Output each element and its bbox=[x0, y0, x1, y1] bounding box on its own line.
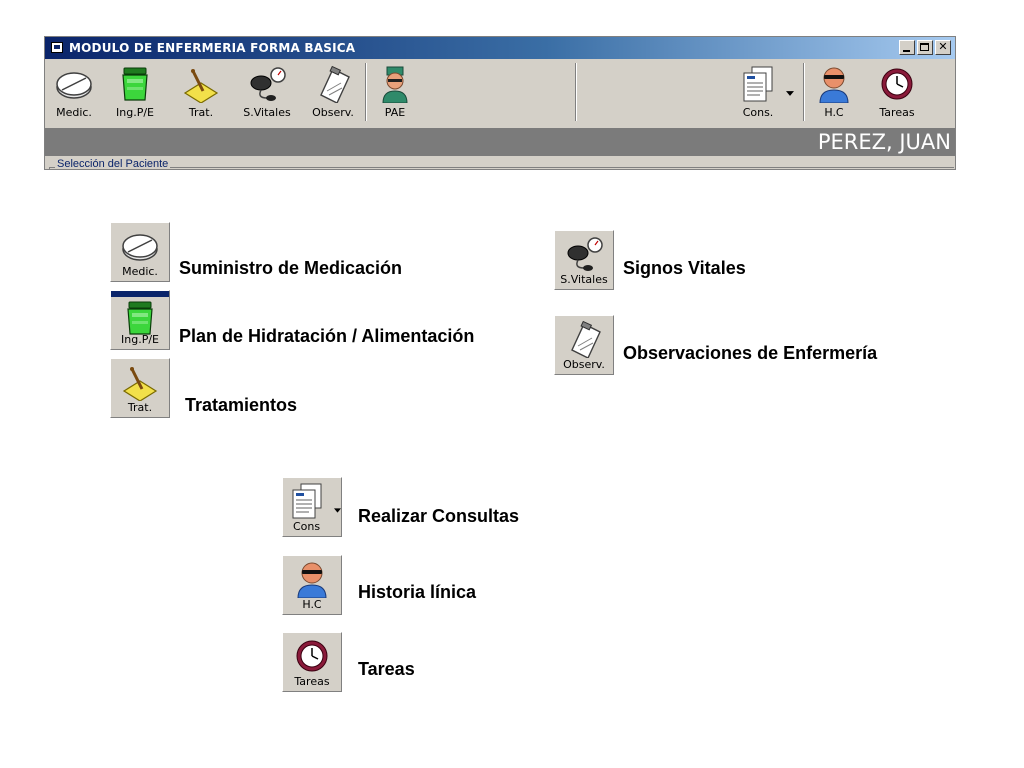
pill-icon bbox=[122, 234, 158, 261]
maximize-button[interactable] bbox=[917, 40, 933, 55]
patient-selection-label: Selección del Paciente bbox=[55, 158, 171, 170]
nurse-icon bbox=[382, 66, 408, 103]
legend-tareas-description: Tareas bbox=[358, 659, 415, 679]
toolbar-pae-label: PAE bbox=[384, 106, 406, 119]
app-icon[interactable] bbox=[51, 42, 63, 53]
legend-observ-tile: Observ. bbox=[554, 315, 614, 375]
toolbar-medic-label: Medic. bbox=[56, 106, 92, 119]
treatment-icon bbox=[183, 67, 219, 103]
minimize-button[interactable] bbox=[899, 40, 915, 55]
legend-trat-description: Tratamientos bbox=[185, 395, 298, 415]
clock-icon bbox=[296, 640, 328, 672]
tile-header-stripe bbox=[111, 291, 169, 297]
toolbar-ingpe-label: Ing.P/E bbox=[116, 106, 154, 119]
legend-trat-tile: Trat. bbox=[110, 358, 170, 418]
toolbar-separator bbox=[575, 63, 577, 121]
legend-hc-tile: H.C bbox=[282, 555, 342, 615]
legend-ingpe-description: Plan de Hidratación / Alimentación bbox=[179, 326, 475, 346]
blood-pressure-icon bbox=[567, 237, 603, 272]
legend-ingpe-tile: Ing.P/E bbox=[110, 290, 170, 350]
toolbar-hc-label: H.C bbox=[824, 106, 844, 119]
close-button[interactable]: ✕ bbox=[935, 40, 951, 55]
blood-pressure-icon bbox=[250, 67, 286, 102]
legend-ingpe-tile-label: Ing.P/E bbox=[121, 333, 159, 346]
toolbar-medic-button[interactable]: Medic. bbox=[49, 61, 99, 123]
toolbar-separator bbox=[365, 63, 367, 121]
toolbar-pae-button[interactable]: PAE bbox=[369, 61, 421, 123]
toolbar-tareas-button[interactable]: Tareas bbox=[867, 61, 927, 123]
toolbar-trat-label: Trat. bbox=[188, 106, 214, 119]
clipboard-icon bbox=[571, 320, 601, 358]
toolbar-cons-button[interactable]: Cons. bbox=[727, 61, 789, 123]
legend-medic-description: Suministro de Medicación bbox=[179, 258, 403, 278]
toolbar-svitales-label: S.Vitales bbox=[243, 106, 291, 119]
toolbar-separator bbox=[803, 63, 805, 121]
legend-observ-description: Observaciones de Enfermería bbox=[623, 343, 878, 363]
title-bar: MODULO DE ENFERMERIA FORMA BASICA ✕ bbox=[45, 37, 955, 59]
toolbar-svitales-button[interactable]: S.Vitales bbox=[235, 61, 299, 123]
toolbar-trat-button[interactable]: Trat. bbox=[171, 61, 231, 123]
clock-icon bbox=[881, 68, 913, 100]
legend-tareas-tile-label: Tareas bbox=[294, 675, 330, 688]
legend-svitales-description: Signos Vitales bbox=[623, 258, 746, 278]
chevron-down-icon bbox=[786, 91, 794, 96]
legend-hc-tile-label: H.C bbox=[302, 598, 322, 611]
legend-hc-description: Historia línica bbox=[358, 582, 477, 602]
toolbar: Medic. Ing.P/E Trat. S.Vitales Observ. P… bbox=[45, 59, 955, 127]
clipboard-icon bbox=[320, 65, 350, 103]
toolbar-observ-button[interactable]: Observ. bbox=[303, 61, 363, 123]
window-title: MODULO DE ENFERMERIA FORMA BASICA bbox=[69, 41, 356, 55]
toolbar-cons-label: Cons. bbox=[742, 106, 774, 119]
treatment-icon bbox=[122, 365, 158, 401]
toolbar-hc-button[interactable]: H.C bbox=[807, 61, 861, 123]
documents-icon bbox=[292, 483, 322, 519]
legend-svitales-tile: S.Vitales bbox=[554, 230, 614, 290]
chevron-down-icon bbox=[334, 508, 341, 513]
patient-icon bbox=[297, 562, 327, 598]
documents-icon bbox=[743, 66, 773, 102]
toolbar-observ-label: Observ. bbox=[312, 106, 354, 119]
patient-selection-group bbox=[49, 167, 954, 169]
legend-observ-tile-label: Observ. bbox=[563, 358, 605, 371]
legend-medic-tile-label: Medic. bbox=[122, 265, 158, 278]
toolbar-cons-dropdown[interactable] bbox=[783, 61, 797, 123]
legend-cons-description: Realizar Consultas bbox=[358, 506, 520, 526]
legend-cons-tile: Cons bbox=[282, 477, 342, 537]
legend-svitales-tile-label: S.Vitales bbox=[560, 273, 608, 286]
pill-icon bbox=[56, 72, 92, 99]
legend-cons-tile-label: Cons bbox=[293, 520, 321, 533]
toolbar-tareas-label: Tareas bbox=[879, 106, 915, 119]
fluid-container-icon bbox=[122, 67, 148, 101]
patient-icon bbox=[819, 67, 849, 103]
nursing-module-window: MODULO DE ENFERMERIA FORMA BASICA ✕ Medi… bbox=[44, 36, 956, 170]
legend-medic-tile: Medic. bbox=[110, 222, 170, 282]
patient-name-bar: PEREZ, JUAN bbox=[45, 128, 955, 156]
legend-tareas-tile: Tareas bbox=[282, 632, 342, 692]
legend-trat-tile-label: Trat. bbox=[127, 401, 153, 414]
fluid-container-icon bbox=[127, 301, 153, 335]
toolbar-ingpe-button[interactable]: Ing.P/E bbox=[103, 61, 167, 123]
